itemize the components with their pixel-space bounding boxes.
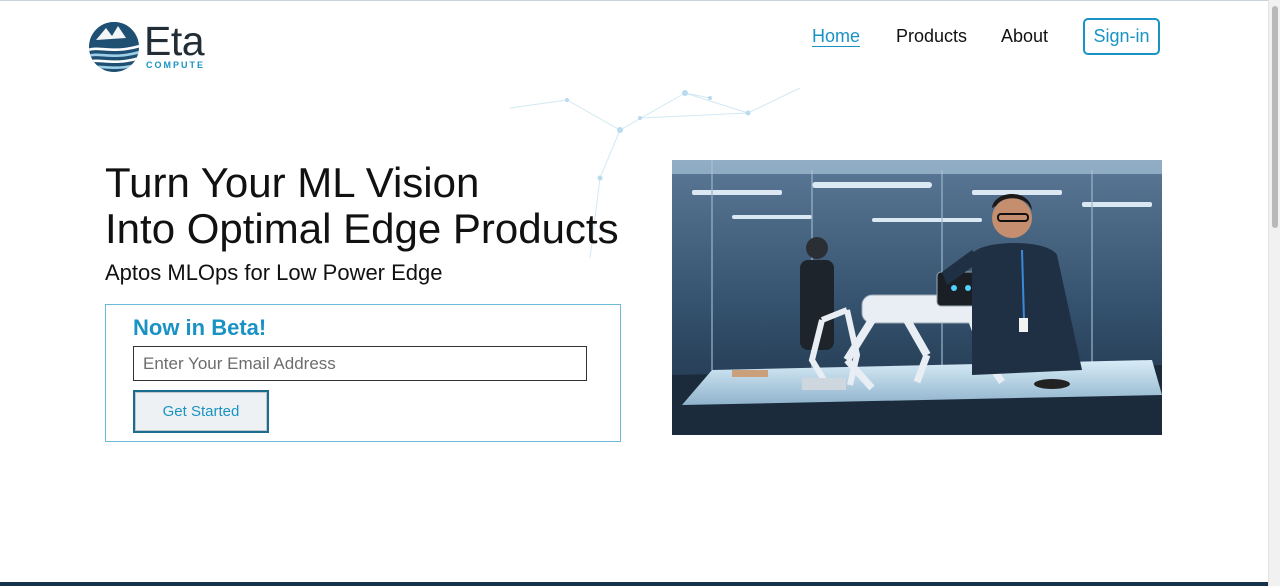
email-input[interactable] bbox=[133, 346, 587, 381]
footer-edge bbox=[0, 582, 1268, 586]
eta-compute-logo[interactable]: Eta COMPUTE bbox=[88, 18, 213, 72]
top-border bbox=[0, 0, 1280, 1]
brand-subname: COMPUTE bbox=[146, 60, 205, 70]
beta-signup-box: Now in Beta! Get Started bbox=[105, 304, 621, 442]
nav-home[interactable]: Home bbox=[812, 26, 860, 47]
hero-title-line2: Into Optimal Edge Products bbox=[105, 205, 619, 252]
beta-badge: Now in Beta! bbox=[133, 315, 267, 340]
scrollbar-thumb[interactable] bbox=[1272, 6, 1278, 228]
hero-title-line1: Turn Your ML Vision bbox=[105, 159, 480, 206]
brand-name: Eta bbox=[144, 18, 205, 64]
hero-title: Turn Your ML Vision Into Optimal Edge Pr… bbox=[105, 160, 665, 252]
page-scrollbar[interactable] bbox=[1268, 0, 1280, 586]
nav-products[interactable]: Products bbox=[896, 26, 967, 47]
nav-about[interactable]: About bbox=[1001, 26, 1048, 47]
hero-subtitle: Aptos MLOps for Low Power Edge bbox=[105, 260, 443, 285]
hero-image bbox=[672, 160, 1162, 435]
get-started-button[interactable]: Get Started bbox=[133, 390, 269, 433]
wave-globe-icon bbox=[89, 22, 139, 72]
lab-robot-illustration bbox=[672, 160, 1162, 435]
sign-in-button[interactable]: Sign-in bbox=[1083, 18, 1160, 55]
